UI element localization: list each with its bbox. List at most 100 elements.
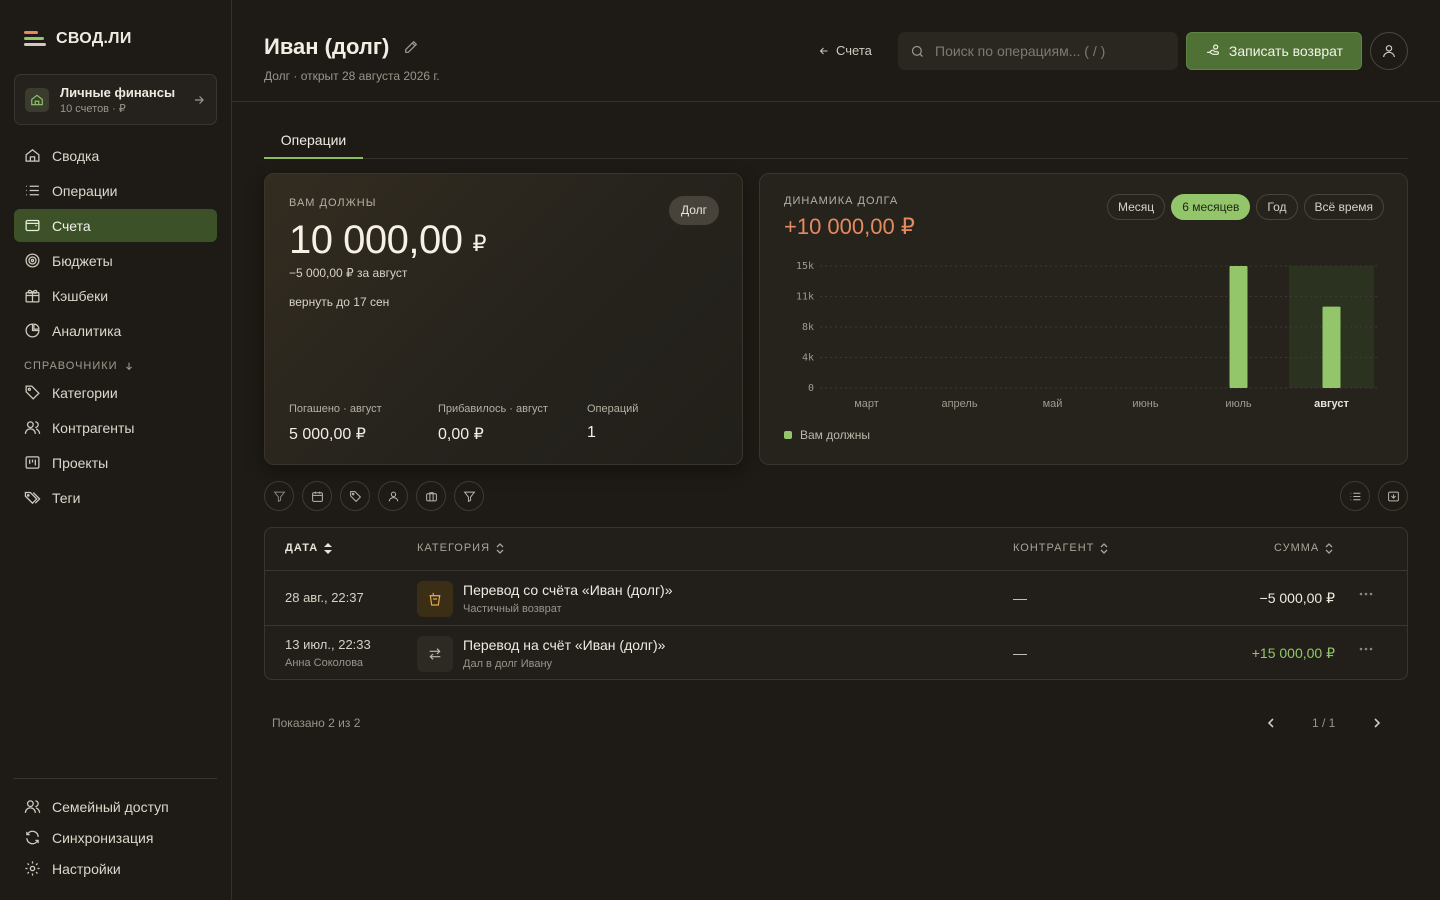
filter-project-button[interactable] xyxy=(416,481,446,511)
gift-icon xyxy=(25,289,40,303)
arrow-right-icon xyxy=(194,95,204,104)
column-label: КОНТРАГЕНТ xyxy=(1013,542,1095,554)
tabs-bar: Операции xyxy=(264,124,1408,159)
back-to-accounts-link[interactable]: Счета xyxy=(818,43,872,58)
nav-item-analytics[interactable]: Аналитика xyxy=(14,314,217,347)
search-icon xyxy=(911,45,923,57)
nav-item-operations[interactable]: Операции xyxy=(14,174,217,207)
cta-label: Записать возврат xyxy=(1228,43,1344,59)
column-date-header[interactable]: ДАТА xyxy=(285,542,333,554)
row-subtitle: Частичный возврат xyxy=(463,603,562,615)
nav-item-categories[interactable]: Категории xyxy=(14,376,217,409)
view-list-button[interactable] xyxy=(1340,481,1370,511)
search-input[interactable] xyxy=(935,43,1165,59)
user-avatar-button[interactable] xyxy=(1370,32,1408,70)
nav-item-family-access[interactable]: Семейный доступ xyxy=(14,790,217,823)
page-title-wrap: Иван (долг) xyxy=(264,34,419,60)
column-amount-header[interactable]: СУММА xyxy=(1274,542,1333,554)
row-category: Перевод со счёта «Иван (долг)» Частичный… xyxy=(463,582,673,615)
app-logo[interactable]: СВОД.ЛИ xyxy=(24,30,132,48)
x-tick-label: май xyxy=(1043,398,1063,410)
download-tray-icon xyxy=(1387,491,1399,501)
references-nav: Категории Контрагенты Проекты Теги xyxy=(14,376,217,516)
nav-item-projects[interactable]: Проекты xyxy=(14,446,217,479)
row-date-block: 13 июл., 22:33 Анна Соколова xyxy=(285,637,371,669)
funnel-icon xyxy=(463,491,475,502)
nav-item-counterparties[interactable]: Контрагенты xyxy=(14,411,217,444)
row-author: Анна Соколова xyxy=(285,657,364,669)
user-icon xyxy=(1383,45,1395,58)
balance-currency: ₽ xyxy=(472,231,486,256)
export-button[interactable] xyxy=(1378,481,1408,511)
nav-item-cashback[interactable]: Кэшбеки xyxy=(14,279,217,312)
references-group-toggle[interactable]: СПРАВОЧНИКИ xyxy=(24,360,134,372)
filter-category-button[interactable] xyxy=(340,481,370,511)
nav-item-accounts[interactable]: Счета xyxy=(14,209,217,242)
transfer-arrows-icon xyxy=(429,648,441,660)
table-row[interactable]: 13 июл., 22:33 Анна Соколова Перевод на … xyxy=(265,626,1407,679)
row-more-button[interactable] xyxy=(1359,647,1373,651)
prev-page-button[interactable] xyxy=(1266,716,1276,730)
chevron-left-icon xyxy=(1267,718,1274,728)
row-title: Перевод на счёт «Иван (долг)» xyxy=(463,637,666,653)
row-date: 13 июл., 22:33 xyxy=(285,637,371,652)
stat-operations: Операций 1 xyxy=(587,403,638,442)
chevron-right-icon xyxy=(1374,718,1381,728)
bar xyxy=(1229,266,1248,388)
workspace-switcher[interactable]: Личные финансы 10 счетов · ₽ xyxy=(14,74,217,125)
debt-bar-chart: 15k 11k 8k 4k 0 март апрель май июнь июль август xyxy=(796,261,1378,410)
row-category: Перевод на счёт «Иван (долг)» Дал в долг… xyxy=(463,637,665,670)
more-dots-icon xyxy=(1359,647,1373,651)
page-subtitle: Долг · открыт 28 августа 2026 г. xyxy=(264,69,440,83)
person-icon xyxy=(388,491,398,501)
arrow-down-icon xyxy=(125,362,132,371)
filter-counterparty-button[interactable] xyxy=(378,481,408,511)
table-row[interactable]: 28 авг., 22:37 Перевод со счёта «Иван (д… xyxy=(265,571,1407,626)
workspace-title: Личные финансы xyxy=(60,84,176,100)
cup-icon xyxy=(429,592,441,606)
page-indicator: 1 / 1 xyxy=(1312,716,1336,730)
tab-operations[interactable]: Операции xyxy=(264,124,363,159)
stat-label: Операций xyxy=(587,403,639,415)
nav-item-label: Аналитика xyxy=(52,322,122,339)
filter-funnel-button[interactable] xyxy=(264,481,294,511)
debt-dynamics-card: ДИНАМИКА ДОЛГА +10 000,00 ₽ Месяц 6 меся… xyxy=(759,173,1408,465)
stat-value: 5 000,00 ₽ xyxy=(289,426,366,443)
search-box xyxy=(898,32,1178,70)
y-tick-label: 4k xyxy=(802,353,814,364)
record-repayment-button[interactable]: Записать возврат xyxy=(1186,32,1362,70)
target-icon xyxy=(25,253,40,268)
nav-item-label: Бюджеты xyxy=(52,252,113,269)
nav-item-budgets[interactable]: Бюджеты xyxy=(14,244,217,277)
filter-date-button[interactable] xyxy=(302,481,332,511)
column-counterparty-header[interactable]: КОНТРАГЕНТ xyxy=(1013,542,1108,554)
row-counterparty: — xyxy=(1013,590,1027,606)
nav-item-summary[interactable]: Сводка xyxy=(14,139,217,172)
bar xyxy=(1322,306,1341,388)
column-category-header[interactable]: КАТЕГОРИЯ xyxy=(417,542,504,554)
next-page-button[interactable] xyxy=(1372,716,1382,730)
nav-item-sync[interactable]: Синхронизация xyxy=(14,821,217,854)
row-date: 28 авг., 22:37 xyxy=(285,590,364,605)
x-tick-label: июнь xyxy=(1132,398,1158,410)
nav-item-settings[interactable]: Настройки xyxy=(14,852,217,885)
balance-label: ВАМ ДОЛЖНЫ xyxy=(289,197,377,209)
nav-item-label: Синхронизация xyxy=(52,829,154,846)
logo-mark-icon xyxy=(24,30,46,48)
nav-item-label: Операции xyxy=(52,182,118,199)
stat-label: Прибавилось · август xyxy=(438,403,548,415)
kanban-icon xyxy=(25,456,40,469)
nav-item-label: Контрагенты xyxy=(52,419,135,436)
y-tick-label: 8k xyxy=(802,322,814,333)
row-more-button[interactable] xyxy=(1359,592,1373,596)
nav-item-tags[interactable]: Теги xyxy=(14,481,217,514)
family-icon xyxy=(24,800,41,813)
nav-item-label: Проекты xyxy=(52,454,109,471)
filter-more-button[interactable] xyxy=(454,481,484,511)
sort-icon xyxy=(1100,542,1108,554)
users-icon xyxy=(24,421,41,434)
row-category-icon xyxy=(417,636,453,672)
column-label: СУММА xyxy=(1274,542,1320,554)
edit-pencil-icon[interactable] xyxy=(403,39,419,55)
main-nav: Сводка Операции Счета Бюджеты Кэшбеки Ан… xyxy=(14,139,217,349)
